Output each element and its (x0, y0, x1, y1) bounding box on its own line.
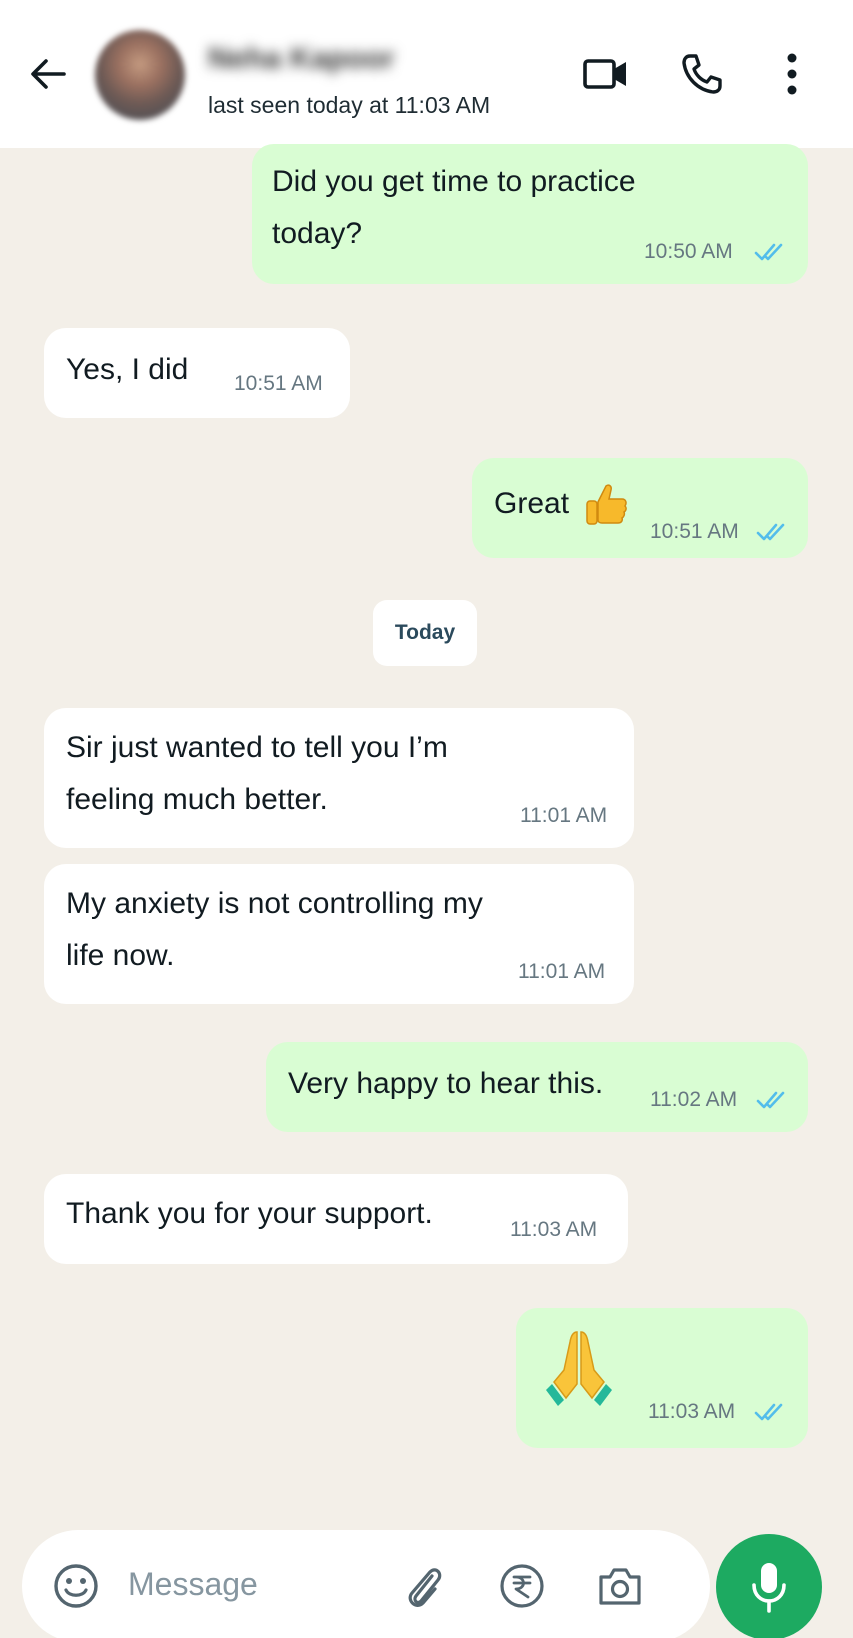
message-time: 11:01 AM (518, 960, 606, 983)
back-button[interactable] (24, 50, 72, 98)
outgoing-message[interactable]: Did you get time to practice today? 10:5… (252, 144, 808, 284)
outgoing-message[interactable]: Very happy to hear this. 11:02 AM (266, 1042, 808, 1132)
attach-button[interactable] (398, 1560, 450, 1612)
message-time: 11:01 AM (520, 804, 608, 827)
message-text: Thank you for your support. (66, 1197, 433, 1230)
outgoing-message[interactable]: Great 10:51 AM (472, 458, 808, 558)
message-text: life now. (66, 939, 175, 972)
thumbs-up-emoji (586, 484, 627, 525)
camera-button[interactable] (594, 1560, 646, 1612)
more-options-button[interactable] (764, 46, 820, 102)
folded-hands-emoji (546, 1331, 612, 1406)
voice-call-button[interactable] (674, 46, 730, 102)
attach-icon (408, 1568, 442, 1607)
message-time: 11:03 AM (648, 1400, 736, 1423)
payment-button[interactable] (496, 1560, 548, 1612)
message-time: 10:50 AM (644, 240, 733, 263)
incoming-message[interactable]: Yes, I did 10:51 AM (44, 328, 350, 418)
message-text: Did you get time to practice (272, 165, 636, 198)
message-text: Sir just wanted to tell you I’m (66, 731, 448, 764)
last-seen-status: last seen today at 11:03 AM (208, 92, 491, 118)
message-time: 10:51 AM (650, 520, 739, 543)
back-arrow-icon (31, 59, 66, 89)
outgoing-message[interactable]: 11:03 AM (516, 1308, 808, 1448)
message-text: My anxiety is not controlling my (66, 887, 483, 920)
emoji-button[interactable] (50, 1560, 102, 1612)
message-input[interactable]: Message (128, 1566, 258, 1603)
read-ticks-icon (756, 523, 785, 541)
message-text: Yes, I did (66, 353, 189, 386)
message-time: 11:02 AM (650, 1088, 738, 1111)
more-options-icon (787, 53, 797, 95)
voice-call-icon (682, 54, 722, 94)
read-ticks-icon (756, 1091, 785, 1109)
rupee-payment-icon (500, 1564, 544, 1608)
incoming-message[interactable]: Sir just wanted to tell you I’m feeling … (44, 708, 634, 848)
message-list[interactable]: Did you get time to practice today? 10:5… (0, 144, 853, 1518)
incoming-message[interactable]: My anxiety is not controlling my life no… (44, 864, 634, 1004)
message-composer: Message (22, 1530, 710, 1638)
message-text: today? (272, 217, 363, 250)
mic-icon (752, 1563, 786, 1613)
camera-icon (599, 1568, 641, 1605)
chat-header: Neha Kapoor last seen today at 11:03 AM (0, 0, 853, 148)
message-text: Very happy to hear this. (288, 1067, 604, 1100)
date-separator: Today (373, 600, 477, 666)
avatar[interactable] (95, 30, 185, 120)
message-text: feeling much better. (66, 783, 328, 816)
incoming-message[interactable]: Thank you for your support. 11:03 AM (44, 1174, 628, 1264)
video-call-button[interactable] (578, 46, 634, 102)
emoji-icon (54, 1564, 98, 1608)
message-text: Great (494, 487, 570, 520)
message-time: 10:51 AM (234, 372, 323, 395)
read-ticks-icon (754, 1403, 783, 1421)
message-time: 11:03 AM (510, 1218, 598, 1241)
read-ticks-icon (754, 243, 783, 261)
voice-message-button[interactable] (716, 1534, 822, 1638)
contact-name[interactable]: Neha Kapoor (208, 42, 395, 76)
video-call-icon (583, 59, 626, 89)
